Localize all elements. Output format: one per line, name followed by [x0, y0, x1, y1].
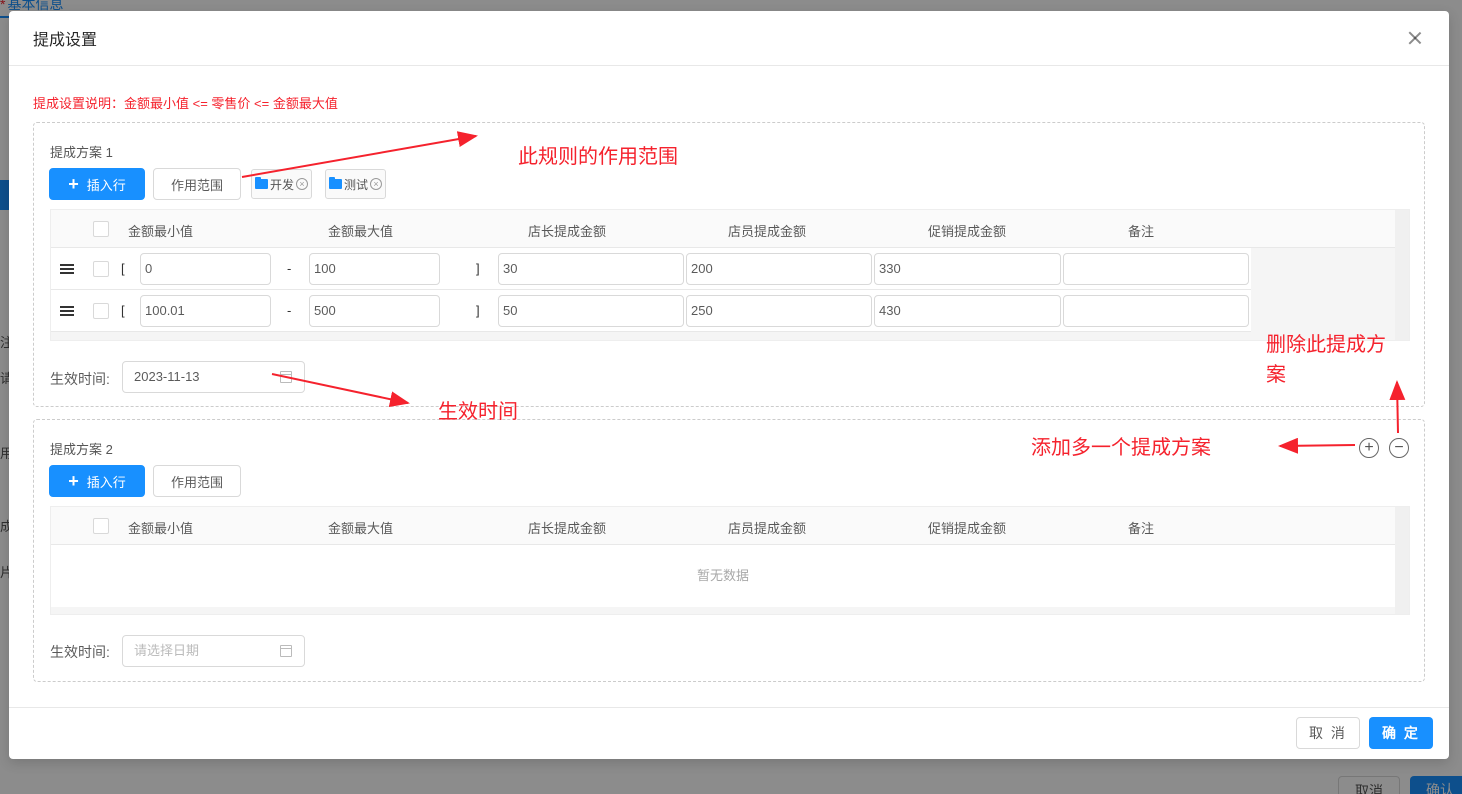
commission-table: 金额最小值 金额最大值 店长提成金额 店员提成金额 促销提成金额 备注 [ 0 …	[50, 209, 1410, 341]
insert-row-button[interactable]: + 插入行	[49, 168, 145, 200]
range-open-bracket: [	[121, 303, 125, 318]
plan-title: 提成方案 1	[50, 145, 113, 160]
calendar-icon	[280, 645, 292, 657]
scope-tag[interactable]: 开发 ×	[251, 169, 313, 199]
column-header: 店员提成金额	[728, 224, 807, 239]
effective-date-picker[interactable]: 请选择日期	[122, 635, 305, 667]
column-header: 店员提成金额	[728, 521, 807, 536]
modal-header: 提成设置	[9, 11, 1449, 66]
min-amount-input[interactable]: 0	[140, 253, 271, 285]
column-header: 备注	[1128, 224, 1155, 239]
range-dash: -	[287, 303, 292, 318]
manager-commission-input[interactable]: 30	[498, 253, 684, 285]
table-scrollbar[interactable]	[1395, 210, 1409, 340]
column-header: 金额最大值	[328, 224, 394, 239]
note-input[interactable]	[1063, 253, 1249, 285]
min-amount-input[interactable]: 100.01	[140, 295, 271, 327]
promo-commission-input[interactable]: 430	[874, 295, 1061, 327]
select-all-checkbox[interactable]	[93, 518, 109, 534]
confirm-button[interactable]: 确 定	[1369, 717, 1433, 749]
table-header: 金额最小值 金额最大值 店长提成金额 店员提成金额 促销提成金额 备注	[51, 507, 1395, 545]
max-amount-input[interactable]: 100	[309, 253, 440, 285]
annotation-add-plan: 添加多一个提成方案	[1031, 435, 1211, 459]
commission-table: 金额最小值 金额最大值 店长提成金额 店员提成金额 促销提成金额 备注 暂无数据	[50, 506, 1410, 615]
table-row: [ 0 - 100 ] 30 200 330	[51, 248, 1251, 290]
column-header: 促销提成金额	[928, 521, 1007, 536]
range-open-bracket: [	[121, 261, 125, 276]
column-header: 店长提成金额	[528, 224, 607, 239]
column-header: 金额最小值	[128, 521, 194, 536]
close-circle-icon[interactable]: ×	[370, 178, 383, 190]
column-header: 备注	[1128, 521, 1155, 536]
insert-row-button[interactable]: + 插入行	[49, 465, 145, 497]
table-scrollbar[interactable]	[1395, 507, 1409, 614]
column-header: 金额最大值	[328, 521, 394, 536]
plus-icon: +	[68, 471, 79, 491]
range-close-bracket: ]	[476, 261, 480, 276]
empty-placeholder: 暂无数据	[51, 545, 1395, 607]
close-icon[interactable]	[1405, 28, 1425, 48]
drag-handle-icon[interactable]	[60, 306, 74, 316]
add-plan-button[interactable]: +	[1359, 438, 1379, 458]
commission-settings-modal: 提成设置 提成设置说明：金额最小值 <= 零售价 <= 金额最大值 提成方案 1…	[9, 11, 1449, 759]
calendar-icon	[280, 371, 292, 383]
select-all-checkbox[interactable]	[93, 221, 109, 237]
folder-icon	[255, 177, 268, 189]
column-header: 促销提成金额	[928, 224, 1007, 239]
commission-hint: 提成设置说明：金额最小值 <= 零售价 <= 金额最大值	[33, 96, 338, 111]
column-header: 金额最小值	[128, 224, 194, 239]
effective-time-label: 生效时间:	[50, 644, 110, 660]
close-circle-icon[interactable]: ×	[296, 178, 309, 190]
table-body: [ 0 - 100 ] 30 200 330 [ 100.01 - 500] …	[51, 248, 1251, 332]
scope-tag[interactable]: 测试 ×	[325, 169, 387, 199]
effective-date-picker[interactable]: 2023-11-13	[122, 361, 305, 393]
annotation-delete-plan-cont: 案	[1266, 362, 1286, 386]
remove-plan-button[interactable]: −	[1389, 438, 1409, 458]
annotation-effective-time: 生效时间	[438, 399, 518, 423]
drag-handle-icon[interactable]	[60, 264, 74, 274]
column-header: 店长提成金额	[528, 521, 607, 536]
table-header: 金额最小值 金额最大值 店长提成金额 店员提成金额 促销提成金额 备注	[51, 210, 1395, 248]
plan-title: 提成方案 2	[50, 442, 113, 457]
promo-commission-input[interactable]: 330	[874, 253, 1061, 285]
commission-plan-1: 提成方案 1 + 插入行 作用范围 开发 × 测试 × 金额最小值 金额最大值 店长提…	[33, 122, 1425, 407]
table-row: [ 100.01 - 500 ] 50 250 430	[51, 290, 1251, 332]
effective-time-label: 生效时间:	[50, 371, 110, 387]
annotation-delete-plan: 删除此提成方	[1266, 332, 1386, 356]
row-checkbox[interactable]	[93, 303, 109, 319]
range-dash: -	[287, 261, 292, 276]
scope-button[interactable]: 作用范围	[153, 465, 241, 497]
note-input[interactable]	[1063, 295, 1249, 327]
row-checkbox[interactable]	[93, 261, 109, 277]
cancel-button[interactable]: 取 消	[1296, 717, 1360, 749]
clerk-commission-input[interactable]: 250	[686, 295, 872, 327]
clerk-commission-input[interactable]: 200	[686, 253, 872, 285]
plus-icon: +	[68, 174, 79, 194]
modal-title: 提成设置	[33, 32, 98, 49]
annotation-scope: 此规则的作用范围	[518, 144, 678, 168]
max-amount-input[interactable]: 500	[309, 295, 440, 327]
range-close-bracket: ]	[476, 303, 480, 318]
manager-commission-input[interactable]: 50	[498, 295, 684, 327]
modal-footer: 取 消 确 定	[9, 707, 1449, 759]
folder-icon	[329, 177, 342, 189]
commission-plan-2: 提成方案 2 + 插入行 作用范围 + − 金额最小值 金额最大值 店长提成金额 …	[33, 419, 1425, 682]
scope-button[interactable]: 作用范围	[153, 168, 241, 200]
